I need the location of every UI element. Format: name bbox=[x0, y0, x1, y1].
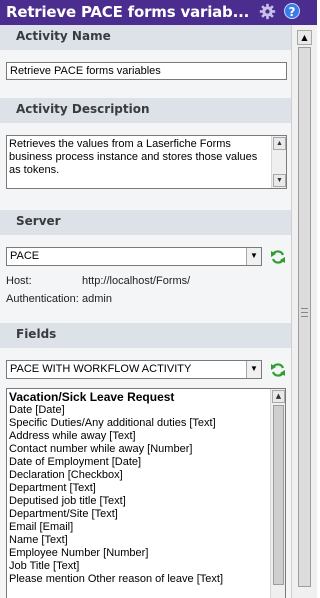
panel-scrollbar[interactable]: ▲ bbox=[291, 25, 317, 598]
server-select[interactable]: PACE ▼ bbox=[6, 247, 262, 266]
list-item[interactable]: Email [Email] bbox=[9, 521, 267, 534]
list-item[interactable]: Job Title [Text] bbox=[9, 560, 267, 573]
activity-description-text: Retrieves the values from a Laserfiche F… bbox=[9, 138, 258, 176]
server-select-value: PACE bbox=[10, 250, 40, 262]
host-label: Host: bbox=[6, 275, 32, 287]
activity-title: Retrieve PACE forms variab... bbox=[6, 3, 250, 21]
help-icon[interactable]: ? bbox=[284, 3, 300, 19]
panel-scroll-thumb[interactable] bbox=[298, 47, 311, 587]
grip-icon bbox=[301, 308, 308, 317]
fields-process-select[interactable]: PACE WITH WORKFLOW ACTIVITY ▼ bbox=[6, 360, 262, 379]
fields-select-value: PACE WITH WORKFLOW ACTIVITY bbox=[10, 363, 192, 375]
server-header: Server bbox=[0, 210, 291, 235]
fields-header: Fields bbox=[0, 323, 291, 348]
activity-description-textarea[interactable]: Retrieves the values from a Laserfiche F… bbox=[6, 135, 287, 189]
list-item[interactable]: Please mention Other reason of leave [Te… bbox=[9, 573, 267, 586]
list-item[interactable]: Date [Date] bbox=[9, 404, 267, 417]
description-scrollbar[interactable]: ▲ ▼ bbox=[271, 136, 286, 188]
activity-description-header-label: Activity Description bbox=[16, 102, 150, 116]
refresh-icon[interactable] bbox=[270, 249, 286, 265]
server-header-label: Server bbox=[16, 214, 61, 228]
list-item[interactable]: Address while away [Text] bbox=[9, 430, 267, 443]
list-item[interactable]: Vacation/Sick Leave Request bbox=[9, 391, 267, 404]
activity-description-header: Activity Description bbox=[0, 98, 291, 123]
activity-name-header-label: Activity Name bbox=[16, 29, 111, 43]
authentication-value: admin bbox=[82, 293, 112, 305]
host-value: http://localhost/Forms/ bbox=[82, 275, 191, 287]
list-item[interactable]: Contact number while away [Number] bbox=[9, 443, 267, 456]
scroll-down-icon[interactable]: ▼ bbox=[273, 174, 286, 187]
scroll-up-icon[interactable]: ▲ bbox=[273, 137, 286, 150]
list-item[interactable]: Department [Text] bbox=[9, 482, 267, 495]
gear-icon[interactable] bbox=[259, 3, 276, 20]
chevron-down-icon[interactable]: ▼ bbox=[246, 361, 261, 378]
activity-name-header: Activity Name bbox=[0, 25, 291, 50]
fields-scroll-thumb[interactable] bbox=[273, 405, 284, 585]
fields-list[interactable]: Vacation/Sick Leave Request Date [Date] … bbox=[6, 388, 286, 598]
scroll-up-icon[interactable]: ▲ bbox=[272, 390, 285, 403]
fields-scrollbar[interactable]: ▲ bbox=[270, 389, 285, 598]
authentication-label: Authentication: bbox=[6, 293, 79, 305]
title-bar: Retrieve PACE forms variab... ? bbox=[0, 0, 317, 25]
list-item[interactable]: Department/Site [Text] bbox=[9, 508, 267, 521]
refresh-icon[interactable] bbox=[270, 362, 286, 378]
chevron-down-icon[interactable]: ▼ bbox=[246, 248, 261, 265]
list-item[interactable]: Name [Text] bbox=[9, 534, 267, 547]
list-item[interactable]: Date of Employment [Date] bbox=[9, 456, 267, 469]
scroll-up-icon[interactable]: ▲ bbox=[297, 30, 312, 45]
list-item[interactable]: Specific Duties/Any additional duties [T… bbox=[9, 417, 267, 430]
fields-header-label: Fields bbox=[16, 327, 57, 341]
list-item[interactable]: Employee Number [Number] bbox=[9, 547, 267, 560]
activity-name-input[interactable]: Retrieve PACE forms variables bbox=[6, 62, 287, 80]
list-item[interactable]: Deputised job title [Text] bbox=[9, 495, 267, 508]
list-item[interactable]: Declaration [Checkbox] bbox=[9, 469, 267, 482]
